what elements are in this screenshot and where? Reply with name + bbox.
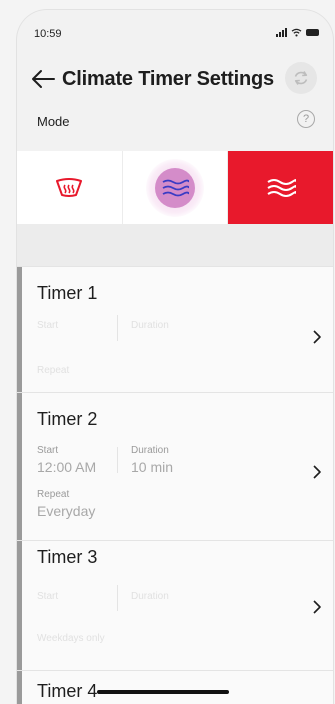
duration-label: Duration: [131, 591, 169, 602]
timer-title: Timer 2: [37, 409, 98, 429]
mode-heat-button[interactable]: [228, 151, 333, 224]
timer-accent-bar: [17, 267, 22, 393]
chevron-right-icon: [313, 465, 321, 479]
help-icon[interactable]: ?: [297, 110, 315, 128]
field-divider: [117, 585, 118, 611]
timer-card-4[interactable]: Timer 4: [17, 670, 333, 704]
phone-screen: 10:59 Climate Timer Settings Mode ? Time…: [17, 10, 333, 704]
chevron-right-icon: [313, 330, 321, 344]
mode-defrost-button[interactable]: [17, 151, 123, 224]
section-divider: [17, 224, 333, 266]
timer-card-3[interactable]: Timer 3 Start Duration Weekdays only: [17, 540, 333, 671]
battery-icon: [306, 29, 319, 36]
status-bar: 10:59: [17, 10, 333, 50]
mode-label: Mode: [37, 114, 70, 129]
repeat-label: Repeat: [37, 489, 70, 500]
start-label: Start: [37, 445, 59, 456]
status-icons: [276, 28, 319, 37]
airflow-icon: [162, 179, 189, 196]
mode-airflow-button[interactable]: [123, 151, 229, 224]
field-divider: [117, 315, 118, 341]
field-divider: [117, 447, 118, 473]
duration-label: Duration: [131, 445, 169, 456]
defrost-icon: [56, 177, 83, 197]
refresh-button[interactable]: [285, 62, 317, 94]
mode-selector: [17, 151, 333, 224]
status-time: 10:59: [34, 28, 62, 40]
duration-value: 10 min: [131, 459, 174, 475]
page-title: Climate Timer Settings: [62, 68, 274, 90]
timer-card-2[interactable]: Timer 2 Start 12:00 AM Duration 10 min R…: [17, 392, 333, 541]
repeat-value: Everyday: [37, 503, 96, 519]
timer-accent-bar: [17, 393, 22, 541]
timer-title: Timer 1: [37, 283, 98, 303]
timer-accent-bar: [17, 541, 22, 671]
timer-accent-bar: [17, 671, 22, 704]
signal-icon: [276, 28, 287, 37]
refresh-icon: [294, 71, 308, 85]
pressed-disc: [155, 167, 195, 208]
wifi-icon: [291, 28, 302, 37]
repeat-label: Weekdays only: [37, 633, 105, 644]
duration-label: Duration: [131, 320, 169, 331]
start-label: Start: [37, 591, 59, 602]
repeat-label: Repeat: [37, 365, 70, 376]
mode-row: Mode ?: [17, 110, 333, 136]
home-indicator: [97, 690, 229, 694]
app-header: Climate Timer Settings: [17, 62, 333, 98]
heat-waves-icon: [267, 178, 296, 197]
timer-title: Timer 3: [37, 547, 98, 567]
start-value: 12:00 AM: [37, 459, 97, 475]
arrow-left-icon[interactable]: [30, 68, 56, 90]
timer-title: Timer 4: [37, 681, 98, 701]
start-label: Start: [37, 320, 59, 331]
chevron-right-icon: [313, 600, 321, 614]
timer-card-1[interactable]: Timer 1 Start Duration Repeat: [17, 266, 333, 393]
